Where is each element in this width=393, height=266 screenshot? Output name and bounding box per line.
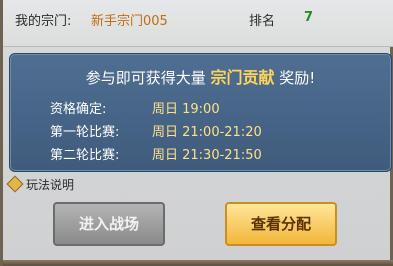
view-allocation-button[interactable]: 查看分配 <box>225 202 337 246</box>
guild-info-strip: 我的宗门: 新手宗门005 排名 7 <box>3 0 393 47</box>
rules-help-link[interactable]: 玩法说明 <box>6 175 75 193</box>
enter-battlefield-button[interactable]: 进入战场 <box>53 202 165 246</box>
rules-help-label: 玩法说明 <box>26 178 75 192</box>
schedule-value-round2: 周日 21:30-21:50 <box>152 148 262 163</box>
rank-label: 排名 <box>249 14 276 29</box>
schedule-value-round1: 周日 21:00-21:20 <box>152 125 262 140</box>
guild-battle-window: 我的宗门: 新手宗门005 排名 7 参与即可获得大量 宗门贡献 奖励! 资格确… <box>0 0 393 266</box>
my-guild-label: 我的宗门: <box>15 14 72 29</box>
bottom-frame-edge <box>3 260 393 266</box>
schedule-value-qualify: 周日 19:00 <box>152 102 220 117</box>
reward-title: 参与即可获得大量 宗门贡献 奖励! <box>10 64 391 88</box>
schedule-label-qualify: 资格确定: <box>50 102 107 117</box>
reward-schedule-panel: 参与即可获得大量 宗门贡献 奖励! 资格确定: 周日 19:00 第一轮比赛: … <box>9 53 392 172</box>
diamond-icon <box>6 175 24 193</box>
schedule-label-round1: 第一轮比赛: <box>50 125 120 140</box>
reward-title-suffix: 奖励! <box>279 69 316 87</box>
my-guild-name: 新手宗门005 <box>91 14 168 29</box>
reward-title-prefix: 参与即可获得大量 <box>85 69 206 87</box>
schedule-label-round2: 第二轮比赛: <box>50 148 120 163</box>
reward-title-highlight: 宗门贡献 <box>210 68 275 87</box>
rank-value: 7 <box>304 10 314 25</box>
